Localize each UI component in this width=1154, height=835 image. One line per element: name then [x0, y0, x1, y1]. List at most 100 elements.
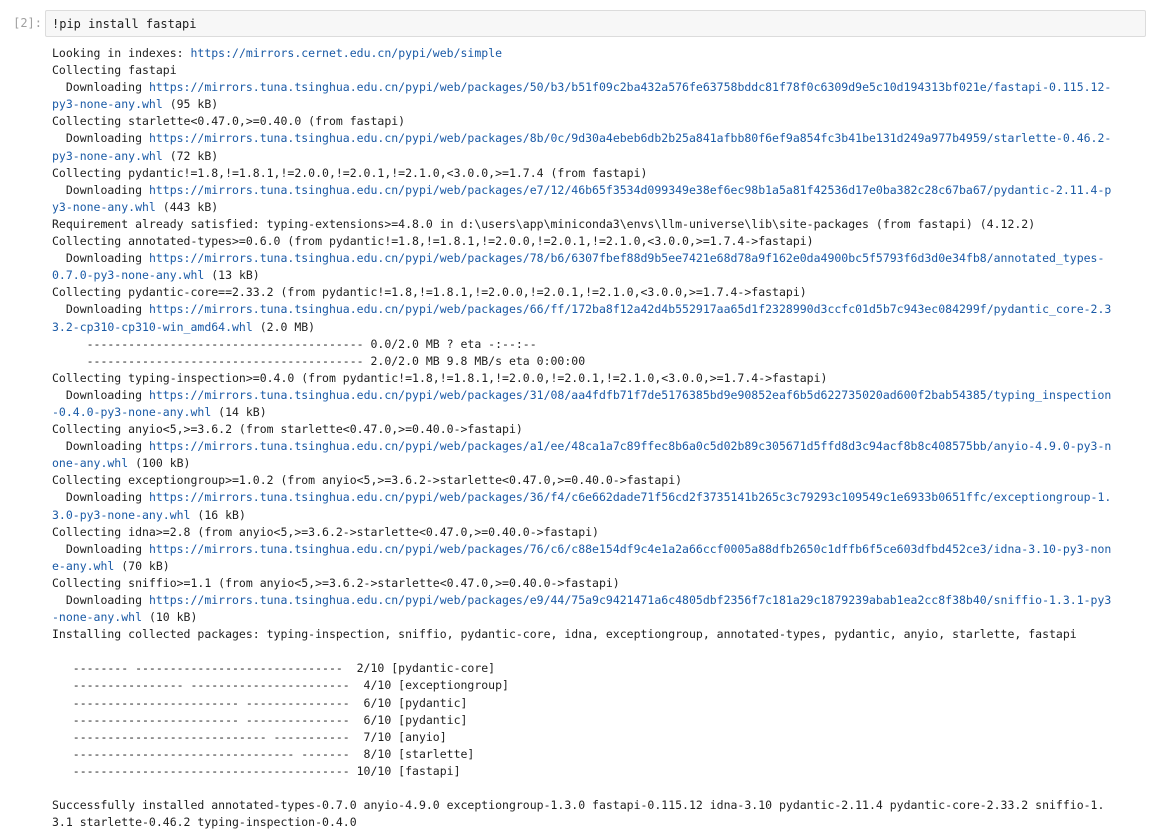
output-link[interactable]: https://mirrors.tuna.tsinghua.edu.cn/pyp…: [149, 439, 1111, 453]
output-line: Requirement already satisfied: typing-ex…: [52, 216, 1148, 233]
output-text: (10 kB): [142, 610, 198, 625]
output-line: Downloading https://mirrors.tuna.tsinghu…: [52, 250, 1148, 267]
output-text: (95 kB): [162, 97, 219, 112]
output-line: -0.4.0-py3-none-any.whl (14 kB): [52, 404, 1148, 421]
output-text: ---------------- -----------------------…: [52, 678, 509, 693]
output-text: Installing collected packages: typing-in…: [52, 627, 1077, 642]
output-line: Installing collected packages: typing-in…: [52, 626, 1148, 643]
output-text: Collecting exceptiongroup>=1.0.2 (from a…: [52, 473, 683, 488]
output-text: (13 kB): [204, 268, 260, 283]
output-line: 3.0-py3-none-any.whl (16 kB): [52, 507, 1148, 524]
cell-prompt: [2]:: [13, 16, 42, 30]
output-text: (2.0 MB): [252, 319, 316, 334]
output-line: Collecting annotated-types>=0.6.0 (from …: [52, 233, 1148, 250]
output-line: py3-none-any.whl (95 kB): [52, 96, 1148, 113]
output-link[interactable]: py3-none-any.whl: [52, 97, 163, 111]
output-line: -------------------------------- -------…: [52, 746, 1148, 763]
output-link[interactable]: 3.0-py3-none-any.whl: [52, 508, 190, 522]
output-text: (443 kB): [155, 199, 219, 214]
output-text: ----------------------------------------…: [52, 336, 537, 351]
output-line: Looking in indexes: https://mirrors.cern…: [52, 45, 1148, 62]
output-text: -------------------------------- -------…: [52, 746, 475, 761]
output-line: ------------------------ ---------------…: [52, 695, 1148, 712]
output-line: Collecting starlette<0.47.0,>=0.40.0 (fr…: [52, 113, 1148, 130]
output-line: y3-none-any.whl (443 kB): [52, 199, 1148, 216]
output-line: Downloading https://mirrors.tuna.tsinghu…: [52, 79, 1148, 96]
output-text: 3.1 starlette-0.46.2 typing-inspection-0…: [52, 815, 357, 830]
output-line: Collecting idna>=2.8 (from anyio<5,>=3.6…: [52, 524, 1148, 541]
output-line: 3.2-cp310-cp310-win_amd64.whl (2.0 MB): [52, 319, 1148, 336]
output-link[interactable]: https://mirrors.tuna.tsinghua.edu.cn/pyp…: [149, 302, 1111, 316]
output-text: ----------------------------------------…: [52, 353, 586, 368]
output-text: (100 kB): [128, 456, 191, 471]
output-link[interactable]: https://mirrors.tuna.tsinghua.edu.cn/pyp…: [149, 593, 1111, 607]
output-line: e-any.whl (70 kB): [52, 558, 1148, 575]
output-link[interactable]: https://mirrors.tuna.tsinghua.edu.cn/pyp…: [149, 131, 1111, 145]
output-text: Collecting pydantic!=1.8,!=1.8.1,!=2.0.0…: [52, 165, 648, 180]
output-line: Collecting exceptiongroup>=1.0.2 (from a…: [52, 472, 1148, 489]
output-line: 0.7.0-py3-none-any.whl (13 kB): [52, 267, 1148, 284]
output-text: ------------------------ ---------------…: [52, 695, 468, 710]
output-link[interactable]: https://mirrors.tuna.tsinghua.edu.cn/pyp…: [149, 183, 1111, 197]
output-text: Collecting starlette<0.47.0,>=0.40.0 (fr…: [52, 114, 406, 129]
output-line: Downloading https://mirrors.tuna.tsinghu…: [52, 130, 1148, 147]
output-text: (70 kB): [114, 558, 170, 573]
output-text: Requirement already satisfied: typing-ex…: [52, 216, 1036, 231]
output-link[interactable]: https://mirrors.tuna.tsinghua.edu.cn/pyp…: [149, 251, 1104, 265]
output-link[interactable]: one-any.whl: [52, 456, 128, 470]
output-text: Downloading: [52, 131, 149, 146]
output-text: Downloading: [52, 182, 149, 197]
output-text: Collecting fastapi: [52, 63, 177, 78]
output-line: 3.1 starlette-0.46.2 typing-inspection-0…: [52, 814, 1148, 831]
output-line: Collecting pydantic!=1.8,!=1.8.1,!=2.0.0…: [52, 165, 1148, 182]
output-line: -------- ------------------------------ …: [52, 660, 1148, 677]
output-line: Downloading https://mirrors.tuna.tsinghu…: [52, 182, 1148, 199]
output-link[interactable]: py3-none-any.whl: [52, 149, 163, 163]
code-input-cell[interactable]: !pip install fastapi: [45, 10, 1146, 37]
output-text: ------------------------ ---------------…: [52, 712, 468, 727]
output-line: Collecting typing-inspection>=0.4.0 (fro…: [52, 370, 1148, 387]
output-link[interactable]: https://mirrors.tuna.tsinghua.edu.cn/pyp…: [149, 542, 1111, 556]
output-link[interactable]: -none-any.whl: [52, 610, 142, 624]
output-line: ---------------------------- -----------…: [52, 729, 1148, 746]
output-text: Collecting anyio<5,>=3.6.2 (from starlet…: [52, 422, 523, 437]
output-link[interactable]: -0.4.0-py3-none-any.whl: [52, 405, 211, 419]
output-line: -none-any.whl (10 kB): [52, 609, 1148, 626]
output-text: ---------------------------- -----------…: [52, 729, 447, 744]
output-link[interactable]: https://mirrors.tuna.tsinghua.edu.cn/pyp…: [149, 80, 1111, 94]
output-line: ----------------------------------------…: [52, 353, 1148, 370]
output-line: ------------------------ ---------------…: [52, 712, 1148, 729]
output-text: Downloading: [52, 593, 149, 607]
output-line: Collecting sniffio>=1.1 (from anyio<5,>=…: [52, 575, 1148, 592]
output-text: Downloading: [52, 387, 149, 402]
output-text: Collecting pydantic-core==2.33.2 (from p…: [52, 285, 807, 300]
output-link[interactable]: https://mirrors.tuna.tsinghua.edu.cn/pyp…: [149, 388, 1111, 402]
output-text: ----------------------------------------…: [52, 763, 461, 778]
output-line: ---------------- -----------------------…: [52, 677, 1148, 694]
output-line: Collecting fastapi: [52, 62, 1148, 79]
code-text: !pip install fastapi: [52, 17, 197, 31]
output-link[interactable]: e-any.whl: [52, 559, 114, 573]
output-text: Downloading: [52, 302, 149, 317]
output-line: Downloading https://mirrors.tuna.tsinghu…: [52, 438, 1148, 455]
output-link[interactable]: 0.7.0-py3-none-any.whl: [52, 268, 204, 282]
output-line: Downloading https://mirrors.tuna.tsinghu…: [52, 387, 1148, 404]
output-line: Successfully installed annotated-types-0…: [52, 797, 1148, 814]
output-link[interactable]: 3.2-cp310-cp310-win_amd64.whl: [52, 320, 253, 334]
output-line: Collecting anyio<5,>=3.6.2 (from starlet…: [52, 421, 1148, 438]
output-line: Downloading https://mirrors.tuna.tsinghu…: [52, 489, 1148, 506]
output-link[interactable]: y3-none-any.whl: [52, 200, 156, 214]
output-line: Downloading https://mirrors.tuna.tsinghu…: [52, 541, 1148, 558]
output-text: Downloading: [52, 80, 149, 95]
output-link[interactable]: https://mirrors.tuna.tsinghua.edu.cn/pyp…: [149, 490, 1111, 504]
output-text: Downloading: [52, 439, 149, 454]
output-line: py3-none-any.whl (72 kB): [52, 148, 1148, 165]
output-line: Collecting pydantic-core==2.33.2 (from p…: [52, 284, 1148, 301]
cell-output: Looking in indexes: https://mirrors.cern…: [52, 45, 1148, 831]
output-text: Looking in indexes:: [52, 46, 191, 60]
output-text: Downloading: [52, 541, 149, 556]
output-link[interactable]: https://mirrors.cernet.edu.cn/pypi/web/s…: [190, 46, 502, 60]
output-text: Collecting idna>=2.8 (from anyio<5,>=3.6…: [52, 524, 599, 539]
